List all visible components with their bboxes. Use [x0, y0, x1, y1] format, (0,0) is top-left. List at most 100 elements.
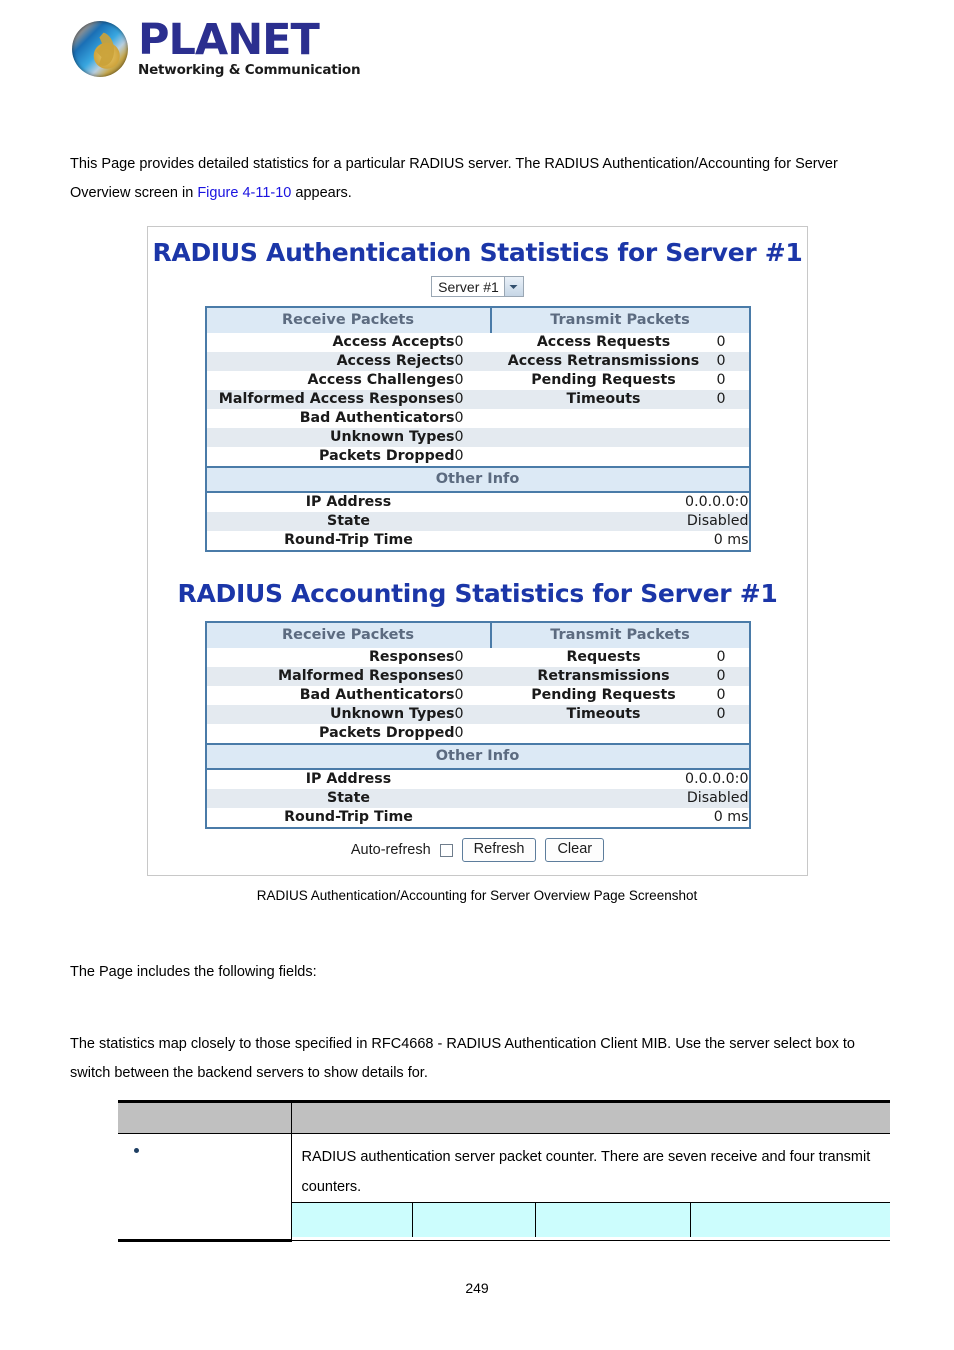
intro-text-3: appears.	[291, 185, 352, 201]
auto-refresh-checkbox[interactable]	[439, 843, 453, 857]
row-value: 0	[716, 667, 750, 686]
row-label: Pending Requests	[490, 371, 717, 390]
intro-line-2: Overview screen in Figure 4-11-10 appear…	[70, 178, 890, 208]
row-label: Malformed Access Responses	[205, 390, 455, 409]
row-value: 0	[454, 686, 491, 705]
row-label	[490, 447, 717, 467]
intro-text-2: Overview screen in	[70, 185, 198, 201]
row-label: Responses	[205, 648, 455, 667]
row-label: Access Challenges	[205, 371, 455, 390]
auth-statistics-table: Receive Packets Transmit Packets Access …	[204, 306, 751, 552]
row-value	[716, 447, 750, 467]
auth-other-info-header: Other Info	[205, 466, 750, 493]
row-label: Unknown Types	[205, 705, 455, 724]
acct-transmit-header: Transmit Packets	[490, 622, 750, 648]
field-table-header-col2	[291, 1100, 890, 1134]
table-row: Unknown Types 0 Timeouts 0	[205, 705, 750, 724]
row-value: Disabled	[490, 512, 750, 531]
cyan-cell[interactable]	[412, 1203, 536, 1237]
field-table-name-cell	[118, 1133, 292, 1242]
table-row: IP Address 0.0.0.0:0	[205, 769, 750, 789]
row-value: 0	[454, 724, 491, 744]
row-value: 0 ms	[490, 808, 750, 828]
row-value	[716, 428, 750, 447]
field-table-header-col1	[118, 1100, 292, 1134]
row-value: 0	[454, 705, 491, 724]
field-table-description-cell: RADIUS authentication server packet coun…	[291, 1133, 891, 1241]
row-label: Timeouts	[490, 705, 717, 724]
auth-statistics-title: RADIUS Authentication Statistics for Ser…	[152, 238, 803, 267]
description-text: RADIUS authentication server packet coun…	[292, 1134, 891, 1202]
row-label: Pending Requests	[490, 686, 717, 705]
row-label	[490, 409, 717, 428]
row-label: IP Address	[205, 492, 491, 512]
controls-row: Auto-refresh Refresh Clear	[148, 838, 807, 862]
row-value: 0	[716, 371, 750, 390]
row-value: 0	[454, 428, 491, 447]
row-label: Requests	[490, 648, 717, 667]
row-label: State	[205, 789, 491, 808]
table-row: State Disabled	[205, 789, 750, 808]
row-value	[716, 724, 750, 744]
auto-refresh-label: Auto-refresh	[350, 842, 431, 858]
acct-receive-header: Receive Packets	[205, 622, 492, 648]
acct-other-info-header: Other Info	[205, 743, 750, 770]
row-label: Access Retransmissions	[490, 352, 717, 371]
figure-reference-link[interactable]: Figure 4-11-10	[197, 185, 291, 201]
row-value: 0	[716, 352, 750, 371]
cyan-cell[interactable]	[535, 1203, 691, 1237]
fields-intro-text: The Page includes the following fields:	[70, 964, 317, 980]
cyan-cell[interactable]	[690, 1203, 890, 1237]
empty-cyan-cells-row	[291, 1202, 890, 1237]
cyan-cell[interactable]	[291, 1203, 413, 1237]
intro-text-1: This Page provides detailed statistics f…	[70, 156, 838, 172]
row-label: Unknown Types	[205, 428, 455, 447]
row-label: Round-Trip Time	[205, 808, 491, 828]
table-row: Access Accepts 0 Access Requests 0	[205, 333, 750, 352]
table-row: IP Address 0.0.0.0:0	[205, 492, 750, 512]
row-value: 0 ms	[490, 531, 750, 551]
acct-statistics-table: Receive Packets Transmit Packets Respons…	[204, 621, 751, 829]
stats-note-line-2: switch between the backend servers to sh…	[70, 1065, 428, 1081]
row-value: Disabled	[490, 789, 750, 808]
brand-name: PLANET	[138, 15, 320, 65]
row-value: 0	[716, 648, 750, 667]
intro-line-1: This Page provides detailed statistics f…	[70, 149, 890, 179]
row-label	[490, 428, 717, 447]
auth-receive-header: Receive Packets	[205, 307, 492, 333]
table-row: Packets Dropped 0	[205, 447, 750, 467]
table-header-row: Receive Packets Transmit Packets	[205, 622, 750, 648]
server-select[interactable]: Server #1	[431, 276, 524, 297]
row-value: 0	[454, 447, 491, 467]
row-value: 0	[454, 648, 491, 667]
row-label: Packets Dropped	[205, 724, 455, 744]
row-value: 0.0.0.0:0	[490, 492, 750, 512]
server-select-row: Server #1	[148, 276, 807, 298]
row-value	[716, 409, 750, 428]
row-label: Bad Authenticators	[205, 409, 455, 428]
table-row: Packets Dropped 0	[205, 724, 750, 744]
screenshot-frame: RADIUS Authentication Statistics for Ser…	[147, 226, 808, 876]
row-value: 0	[454, 352, 491, 371]
row-value: 0	[716, 333, 750, 352]
other-info-header-row: Other Info	[205, 466, 750, 493]
chevron-down-icon[interactable]	[503, 277, 523, 296]
table-row: Unknown Types 0	[205, 428, 750, 447]
table-row: Responses 0 Requests 0	[205, 648, 750, 667]
brand-tagline: Networking & Communication	[138, 61, 361, 78]
row-value: 0	[716, 390, 750, 409]
row-label: Round-Trip Time	[205, 531, 491, 551]
table-row: Access Challenges 0 Pending Requests 0	[205, 371, 750, 390]
row-label: Access Accepts	[205, 333, 455, 352]
table-row: Bad Authenticators 0	[205, 409, 750, 428]
clear-button[interactable]: Clear	[545, 838, 605, 862]
server-select-value: Server #1	[438, 278, 499, 295]
row-label: Access Requests	[490, 333, 717, 352]
row-value: 0	[454, 371, 491, 390]
field-table-header-row	[118, 1100, 890, 1134]
table-header-row: Receive Packets Transmit Packets	[205, 307, 750, 333]
row-label: Retransmissions	[490, 667, 717, 686]
logo-text-block: PLANET Networking & Communication	[138, 15, 361, 78]
refresh-button[interactable]: Refresh	[461, 838, 537, 862]
table-row: Malformed Access Responses 0 Timeouts 0	[205, 390, 750, 409]
